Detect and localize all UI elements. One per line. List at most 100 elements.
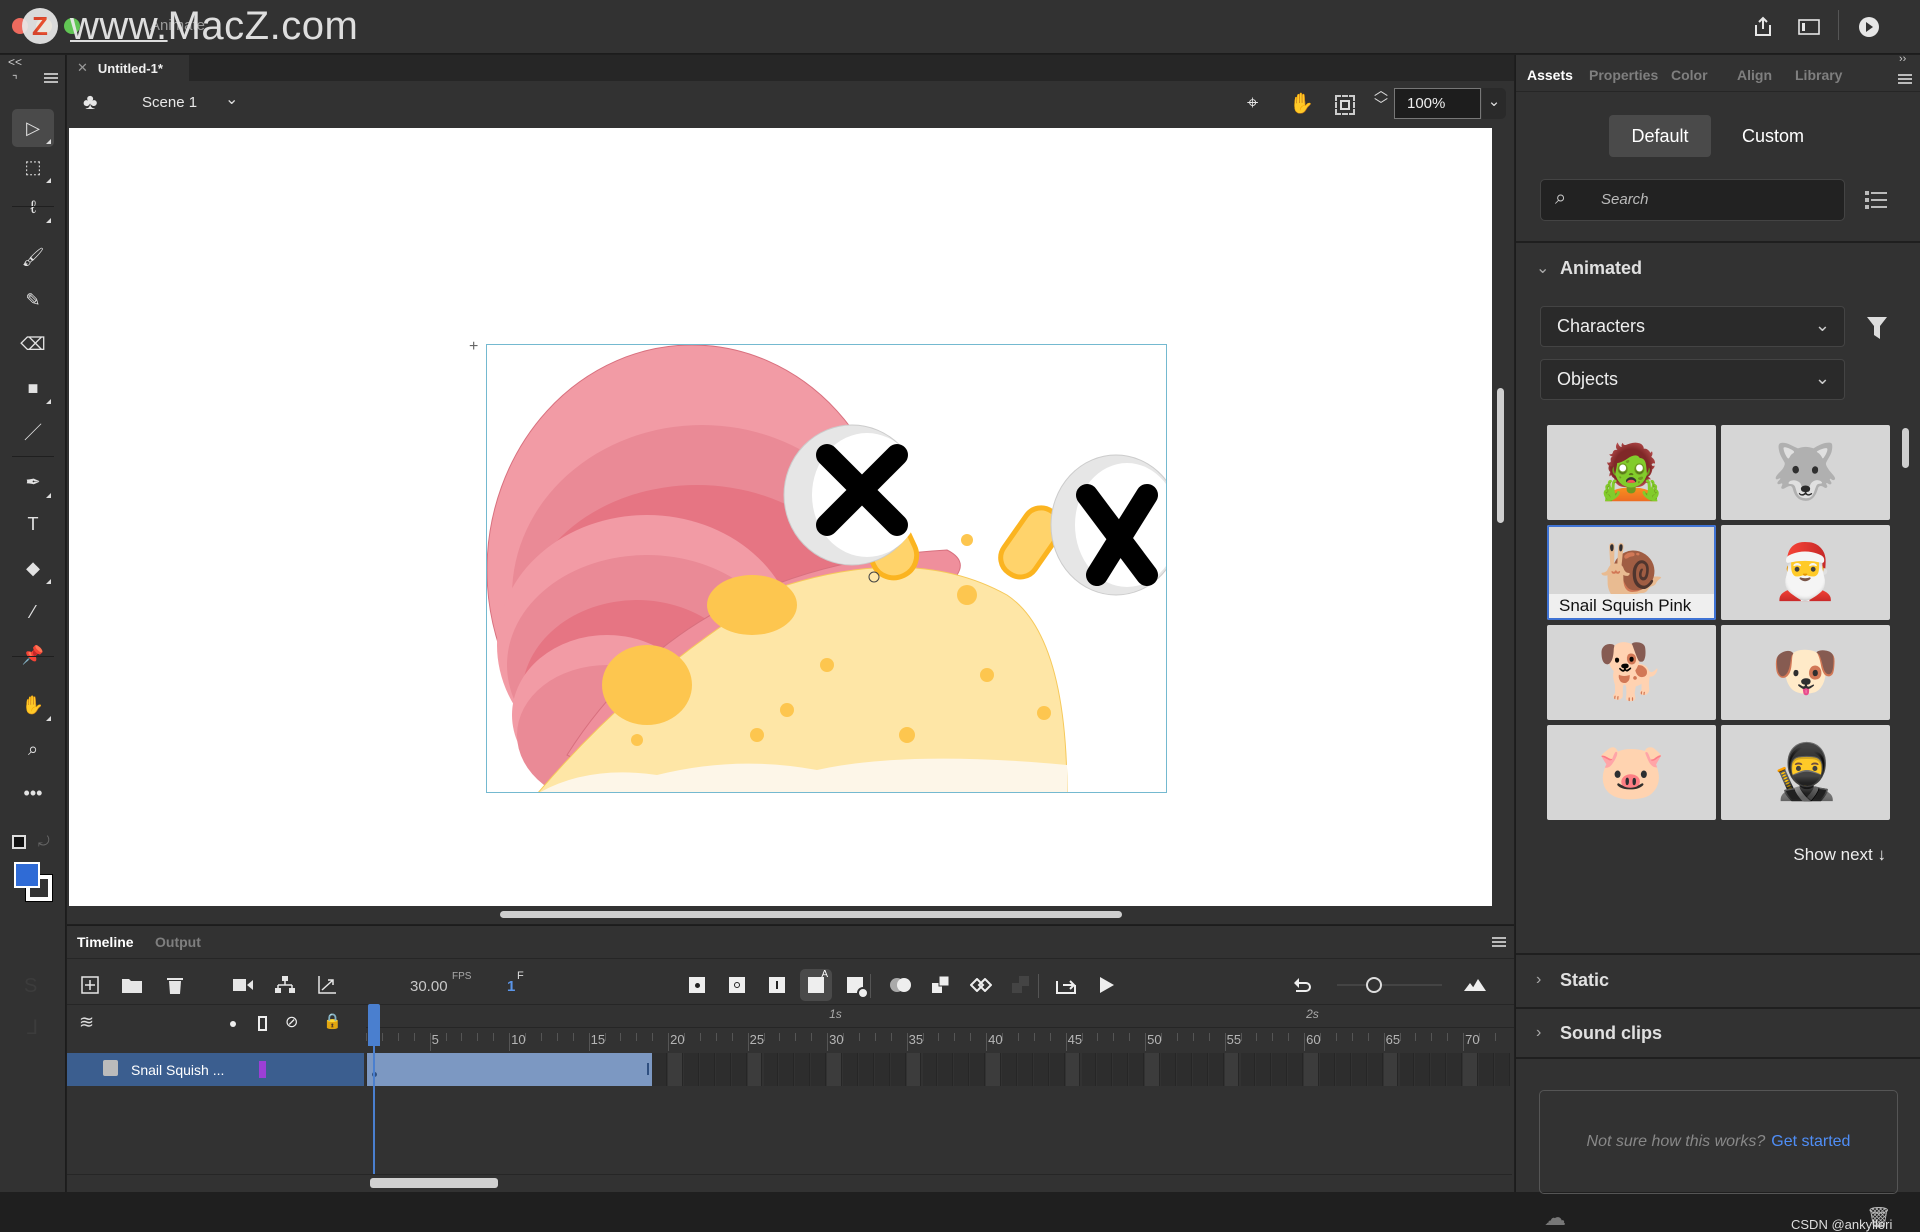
stage-vertical-scrollbar[interactable] — [1497, 388, 1504, 523]
cloud-download-icon[interactable]: ☁ — [1544, 1205, 1566, 1231]
frame-cell[interactable] — [1272, 1053, 1288, 1086]
highlight-layers-icon[interactable] — [230, 1021, 236, 1027]
frame-cell[interactable] — [1208, 1053, 1224, 1086]
frame-cell[interactable] — [1351, 1053, 1367, 1086]
sound-clips-section-header[interactable]: › Sound clips — [1516, 1007, 1920, 1059]
tab-library[interactable]: Library — [1795, 67, 1842, 83]
frame-cell[interactable] — [1065, 1053, 1081, 1086]
layer-parenting-icon[interactable] — [272, 972, 298, 998]
frame-cell[interactable] — [1129, 1053, 1145, 1086]
get-started-link[interactable]: Get started — [1771, 1133, 1850, 1151]
frame-cell[interactable] — [1161, 1053, 1176, 1086]
frame-cell[interactable] — [1002, 1053, 1017, 1086]
frame-cell[interactable] — [1447, 1053, 1463, 1086]
tab-color[interactable]: Color — [1671, 67, 1708, 83]
frame-cell[interactable] — [652, 1053, 668, 1086]
insert-frame-icon[interactable] — [764, 972, 790, 998]
expand-panel-icon[interactable]: ›› — [1899, 53, 1906, 65]
stage-horizontal-scrollbar[interactable] — [500, 911, 1122, 918]
frame-cell[interactable] — [763, 1053, 779, 1086]
tab-align[interactable]: Align — [1737, 67, 1772, 83]
collapse-tools-button[interactable]: << — [8, 55, 22, 69]
frame-cell[interactable] — [1288, 1053, 1304, 1086]
scene-chevron-down-icon[interactable]: ⌄ — [225, 89, 238, 109]
brush-tool[interactable]: ✎ — [12, 281, 54, 319]
frame-cell[interactable] — [747, 1053, 763, 1086]
custom-segment-button[interactable]: Custom — [1723, 115, 1823, 157]
frame-cell[interactable] — [1383, 1053, 1399, 1086]
frame-cell[interactable] — [954, 1053, 970, 1086]
hide-layers-icon[interactable]: ⊘ — [285, 1012, 298, 1032]
tab-assets[interactable]: Assets — [1527, 67, 1573, 83]
animated-section-header[interactable]: ⌄ Animated — [1516, 241, 1920, 293]
frame-cell[interactable] — [1081, 1053, 1097, 1086]
layers-icon[interactable]: ≋ — [79, 1012, 94, 1033]
frame-cell[interactable] — [938, 1053, 954, 1086]
frame-cell[interactable] — [668, 1053, 683, 1086]
asset-thumbnail[interactable]: 🐶 — [1721, 625, 1890, 720]
eraser-tool[interactable]: ⌫ — [12, 325, 54, 363]
insert-keyframe-icon[interactable] — [684, 972, 710, 998]
frame-cell[interactable] — [1145, 1053, 1160, 1086]
new-folder-icon[interactable] — [119, 972, 145, 998]
play-icon[interactable] — [1094, 972, 1120, 998]
reset-timeline-icon[interactable] — [1290, 972, 1316, 998]
frame-cell[interactable] — [1320, 1053, 1335, 1086]
insert-blank-keyframe-icon[interactable] — [724, 972, 750, 998]
frame-cell[interactable] — [1431, 1053, 1447, 1086]
frame-cell[interactable] — [811, 1053, 827, 1086]
asset-thumbnail[interactable]: 🐕 — [1547, 625, 1716, 720]
edit-toolbar[interactable]: ••• — [12, 774, 54, 812]
tools-grip[interactable]: ⌝ — [12, 73, 18, 87]
frame-cell[interactable] — [1335, 1053, 1351, 1086]
timeline-horizontal-scrollbar[interactable] — [370, 1178, 498, 1188]
scene-icon[interactable]: ♣ — [83, 89, 97, 115]
paint-brush-tool[interactable]: 🖌 — [12, 238, 54, 276]
frame-cell[interactable] — [1463, 1053, 1478, 1086]
frame-cell[interactable] — [1176, 1053, 1192, 1086]
frame-cell[interactable] — [890, 1053, 906, 1086]
close-tab-icon[interactable]: ✕ — [77, 60, 88, 76]
playhead-line[interactable] — [373, 1046, 375, 1174]
clip-stage-icon[interactable] — [1335, 95, 1355, 115]
frame-cell[interactable] — [858, 1053, 874, 1086]
zoom-tool[interactable]: ⌕ — [12, 730, 54, 768]
paint-bucket-tool[interactable]: ◆ — [12, 549, 54, 587]
timeline-zoom-slider[interactable] — [1337, 984, 1442, 986]
frame-cell[interactable] — [970, 1053, 986, 1086]
show-next-button[interactable]: Show next ↓ — [1793, 845, 1886, 865]
eyedropper-tool[interactable]: ⁄ — [12, 593, 54, 631]
auto-keyframe-icon[interactable]: A — [800, 969, 832, 1001]
frame-cell[interactable] — [779, 1053, 795, 1086]
frame-cell[interactable] — [843, 1053, 858, 1086]
static-section-header[interactable]: › Static — [1516, 953, 1920, 1005]
tween-span[interactable] — [367, 1053, 652, 1086]
frame-cell[interactable] — [827, 1053, 842, 1086]
frame-cell[interactable] — [1033, 1053, 1049, 1086]
default-colors-icon[interactable] — [12, 835, 26, 849]
scene-label[interactable]: Scene 1 — [142, 94, 197, 111]
frame-cell[interactable] — [1192, 1053, 1208, 1086]
fit-timeline-icon[interactable] — [1462, 972, 1488, 998]
loop-playback-icon[interactable] — [968, 972, 994, 998]
share-icon[interactable] — [1750, 14, 1776, 40]
document-tab[interactable]: ✕ Untitled-1* — [67, 55, 189, 81]
timeline-zoom-thumb[interactable] — [1366, 977, 1382, 993]
asset-thumbnail[interactable]: 🐷 — [1547, 725, 1716, 820]
frame-cell[interactable] — [1049, 1053, 1065, 1086]
layer-color-swatch[interactable] — [259, 1061, 266, 1078]
snail-symbol-instance[interactable] — [486, 344, 1167, 793]
subselection-tool[interactable]: ⬚ — [12, 148, 54, 186]
default-segment-button[interactable]: Default — [1609, 115, 1711, 157]
asset-thumbnail[interactable]: 🥷 — [1721, 725, 1890, 820]
search-input[interactable]: ⌕ Search — [1540, 179, 1845, 221]
tools-menu-icon[interactable] — [44, 73, 58, 83]
frame-cell[interactable] — [1415, 1053, 1431, 1086]
selection-tool[interactable]: ▷ — [12, 109, 54, 147]
frame-ruler[interactable]: 5 10 15 20 25 30 35 40 45 50 55 60 65 70 1s 2s — [366, 1005, 1514, 1051]
zoom-input[interactable]: 100% — [1394, 88, 1481, 119]
frame-cell[interactable] — [874, 1053, 890, 1086]
frame-cell[interactable] — [699, 1053, 715, 1086]
current-frame-value[interactable]: 1 — [507, 978, 515, 995]
graph-icon[interactable] — [314, 972, 340, 998]
